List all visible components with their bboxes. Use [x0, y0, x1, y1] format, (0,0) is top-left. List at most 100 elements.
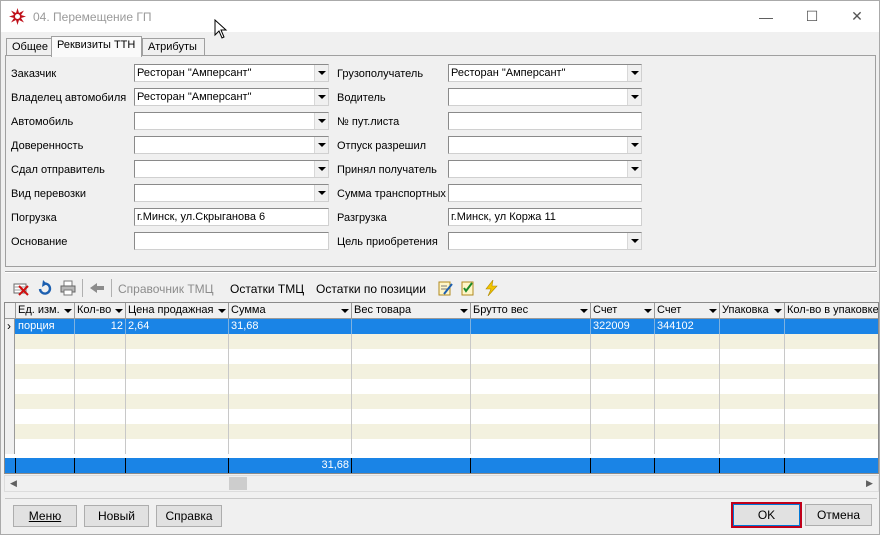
empty-cell[interactable]	[16, 364, 75, 379]
empty-cell[interactable]	[229, 364, 352, 379]
empty-cell[interactable]	[655, 364, 720, 379]
empty-cell[interactable]	[471, 409, 591, 424]
chevron-down-icon[interactable]	[64, 309, 72, 313]
cell-goods-weight[interactable]	[352, 319, 471, 334]
empty-cell[interactable]	[75, 439, 126, 454]
loading-input[interactable]: г.Минск, ул.Скрыганова 6	[134, 208, 329, 226]
empty-cell[interactable]	[591, 394, 655, 409]
empty-cell[interactable]	[229, 439, 352, 454]
empty-cell[interactable]	[352, 364, 471, 379]
chevron-down-icon[interactable]	[627, 161, 641, 177]
unloading-input[interactable]: г.Минск, ул Коржа 11	[448, 208, 642, 226]
column-header-account-2[interactable]: Счет	[655, 303, 720, 319]
empty-cell[interactable]	[126, 424, 229, 439]
column-header-sum[interactable]: Сумма	[229, 303, 352, 319]
empty-cell[interactable]	[471, 349, 591, 364]
empty-cell[interactable]	[591, 424, 655, 439]
empty-cell[interactable]	[785, 334, 878, 349]
cell-package[interactable]	[720, 319, 785, 334]
column-header-unit[interactable]: Ед. изм.	[16, 303, 75, 319]
empty-cell[interactable]	[229, 334, 352, 349]
chevron-down-icon[interactable]	[115, 309, 123, 313]
waybill-number-input[interactable]	[448, 112, 642, 130]
empty-cell[interactable]	[471, 439, 591, 454]
empty-cell[interactable]	[16, 424, 75, 439]
empty-cell[interactable]	[720, 364, 785, 379]
empty-cell[interactable]	[75, 334, 126, 349]
chevron-down-icon[interactable]	[460, 309, 468, 313]
empty-cell[interactable]	[591, 409, 655, 424]
driver-combo[interactable]	[448, 88, 642, 106]
empty-cell[interactable]	[16, 334, 75, 349]
empty-cell[interactable]	[75, 424, 126, 439]
menu-button[interactable]: Меню	[13, 505, 77, 527]
maximize-button[interactable]: ☐	[789, 1, 835, 32]
chevron-down-icon[interactable]	[774, 309, 782, 313]
empty-cell[interactable]	[655, 379, 720, 394]
table-row[interactable]: › порция 12 2,64 31,68 322009 344102	[5, 319, 878, 334]
empty-cell[interactable]	[591, 334, 655, 349]
checklist-icon[interactable]	[460, 280, 476, 296]
help-button[interactable]: Справка	[156, 505, 222, 527]
empty-cell[interactable]	[352, 394, 471, 409]
empty-cell[interactable]	[720, 334, 785, 349]
power-of-attorney-combo[interactable]	[134, 136, 329, 154]
empty-cell[interactable]	[720, 394, 785, 409]
empty-table-row[interactable]	[5, 379, 878, 394]
empty-cell[interactable]	[591, 364, 655, 379]
new-button[interactable]: Новый	[84, 505, 149, 527]
refresh-icon[interactable]	[37, 280, 53, 296]
empty-cell[interactable]	[16, 379, 75, 394]
chevron-down-icon[interactable]	[627, 65, 641, 81]
lightning-icon[interactable]	[483, 280, 499, 296]
empty-cell[interactable]	[75, 394, 126, 409]
empty-cell[interactable]	[591, 439, 655, 454]
column-header-goods-weight[interactable]: Вес товара	[352, 303, 471, 319]
chevron-down-icon[interactable]	[709, 309, 717, 313]
transport-type-combo[interactable]	[134, 184, 329, 202]
empty-cell[interactable]	[229, 349, 352, 364]
column-header-sale-price[interactable]: Цена продажная	[126, 303, 229, 319]
empty-cell[interactable]	[229, 379, 352, 394]
empty-cell[interactable]	[126, 439, 229, 454]
empty-cell[interactable]	[471, 379, 591, 394]
empty-cell[interactable]	[352, 379, 471, 394]
empty-cell[interactable]	[229, 394, 352, 409]
empty-cell[interactable]	[75, 409, 126, 424]
empty-cell[interactable]	[785, 349, 878, 364]
cell-gross-weight[interactable]	[471, 319, 591, 334]
empty-cell[interactable]	[655, 424, 720, 439]
column-header-package[interactable]: Упаковка	[720, 303, 785, 319]
chevron-down-icon[interactable]	[627, 89, 641, 105]
empty-cell[interactable]	[126, 334, 229, 349]
empty-cell[interactable]	[126, 394, 229, 409]
vehicle-owner-combo[interactable]: Ресторан "Амперсант"	[134, 88, 329, 106]
vehicle-combo[interactable]	[134, 112, 329, 130]
print-icon[interactable]	[60, 280, 76, 296]
empty-cell[interactable]	[126, 379, 229, 394]
tab-general[interactable]: Общее	[6, 38, 52, 56]
tab-attributes[interactable]: Атрибуты	[142, 38, 205, 56]
import-icon[interactable]	[89, 280, 105, 296]
empty-cell[interactable]	[16, 394, 75, 409]
purchase-purpose-combo[interactable]	[448, 232, 642, 250]
chevron-down-icon[interactable]	[580, 309, 588, 313]
empty-cell[interactable]	[16, 349, 75, 364]
chevron-down-icon[interactable]	[644, 309, 652, 313]
empty-table-row[interactable]	[5, 424, 878, 439]
column-header-qty-in-package[interactable]: Кол-во в упаковке	[785, 303, 878, 319]
empty-table-row[interactable]	[5, 364, 878, 379]
basis-input[interactable]	[134, 232, 329, 250]
empty-cell[interactable]	[785, 364, 878, 379]
cancel-button[interactable]: Отмена	[805, 504, 872, 526]
empty-cell[interactable]	[720, 439, 785, 454]
empty-cell[interactable]	[591, 379, 655, 394]
tmc-stock-button[interactable]: Остатки ТМЦ	[230, 282, 304, 296]
edit-note-icon[interactable]	[437, 280, 453, 296]
close-button[interactable]: ✕	[834, 1, 880, 32]
empty-cell[interactable]	[785, 379, 878, 394]
cell-unit[interactable]: порция	[16, 319, 75, 334]
empty-cell[interactable]	[75, 349, 126, 364]
empty-cell[interactable]	[229, 424, 352, 439]
empty-table-row[interactable]	[5, 334, 878, 349]
